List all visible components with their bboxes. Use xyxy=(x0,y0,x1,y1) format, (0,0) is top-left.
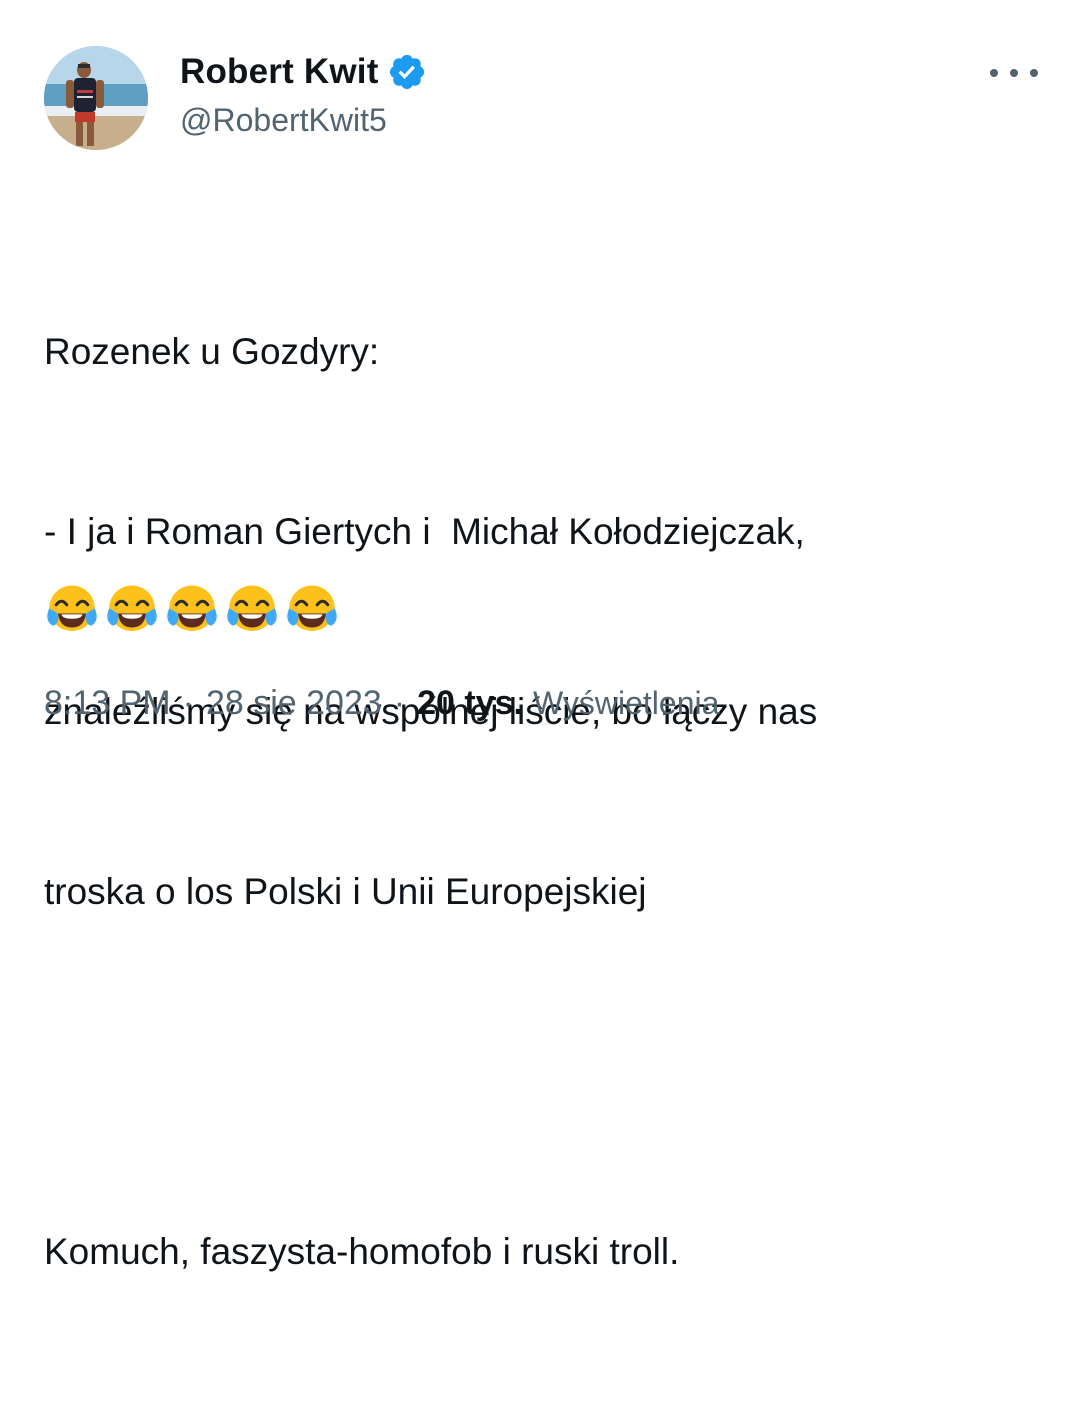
verified-badge-icon[interactable] xyxy=(387,52,427,92)
face-with-tears-of-joy-icon xyxy=(107,585,157,631)
tweet-line: Rozenek u Gozdyry: xyxy=(44,331,380,372)
author-block: Robert Kwit @RobertKwit5 xyxy=(180,50,427,139)
views-count[interactable]: 20 tys. xyxy=(417,684,523,723)
tweet-line: Komuch, faszysta-homofob i ruski troll. xyxy=(44,1231,680,1272)
tweet-text: Rozenek u Gozdyry: - I ja i Roman Gierty… xyxy=(44,202,1044,1402)
tweet-meta: 8:13 PM · 28 sie 2023 · 20 tys. Wyświetl… xyxy=(44,684,719,723)
more-options-icon[interactable] xyxy=(990,58,1038,88)
tweet-time[interactable]: 8:13 PM xyxy=(44,684,171,723)
author-display-name[interactable]: Robert Kwit xyxy=(180,52,379,92)
face-with-tears-of-joy-icon xyxy=(287,585,337,631)
more-dot xyxy=(1010,69,1018,77)
face-with-tears-of-joy-icon xyxy=(47,585,97,631)
tweet-line: - I ja i Roman Giertych i Michał Kołodzi… xyxy=(44,511,805,552)
emoji-row xyxy=(44,582,340,638)
more-dot xyxy=(1030,69,1038,77)
face-with-tears-of-joy-icon xyxy=(167,585,217,631)
meta-separator: · xyxy=(182,684,194,722)
meta-separator: · xyxy=(393,684,406,722)
tweet-date[interactable]: 28 sie 2023 xyxy=(206,684,382,723)
more-dot xyxy=(990,69,998,77)
tweet-line: troska o los Polski i Unii Europejskiej xyxy=(44,871,647,912)
views-label[interactable]: Wyświetlenia xyxy=(533,685,719,722)
tweet-card: Robert Kwit @RobertKwit5 Rozenek u Gozdy… xyxy=(0,0,1080,1272)
author-handle[interactable]: @RobertKwit5 xyxy=(180,102,427,139)
face-with-tears-of-joy-icon xyxy=(227,585,277,631)
author-name-row: Robert Kwit xyxy=(180,50,427,94)
avatar[interactable] xyxy=(44,46,148,150)
